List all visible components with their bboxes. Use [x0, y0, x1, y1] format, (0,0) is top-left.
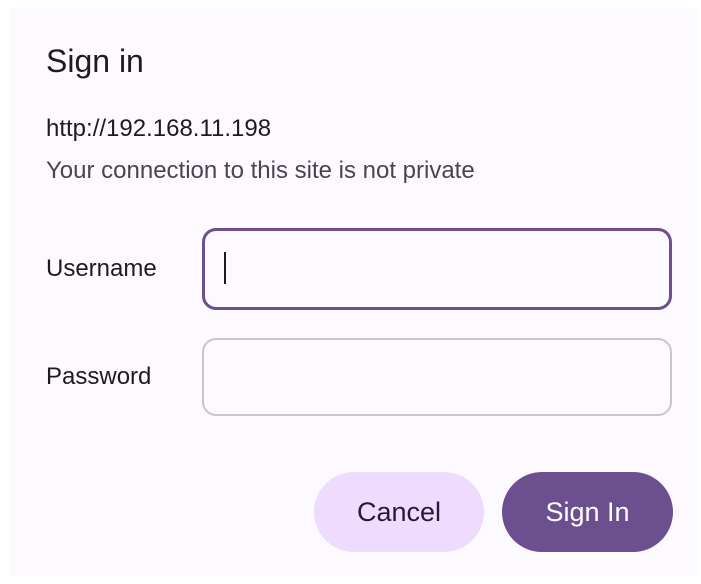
- password-label: Password: [46, 363, 152, 390]
- password-input[interactable]: [202, 338, 672, 416]
- site-url: http://192.168.11.198: [46, 115, 272, 142]
- username-input[interactable]: [202, 228, 672, 310]
- dialog-title: Sign in: [46, 43, 144, 79]
- cancel-button[interactable]: Cancel: [314, 472, 484, 552]
- sign-in-dialog: Sign in http://192.168.11.198 Your conne…: [10, 8, 698, 576]
- sign-in-button[interactable]: Sign In: [502, 472, 673, 552]
- text-cursor: [224, 252, 226, 284]
- connection-warning: Your connection to this site is not priv…: [46, 157, 475, 184]
- username-label: Username: [46, 255, 157, 282]
